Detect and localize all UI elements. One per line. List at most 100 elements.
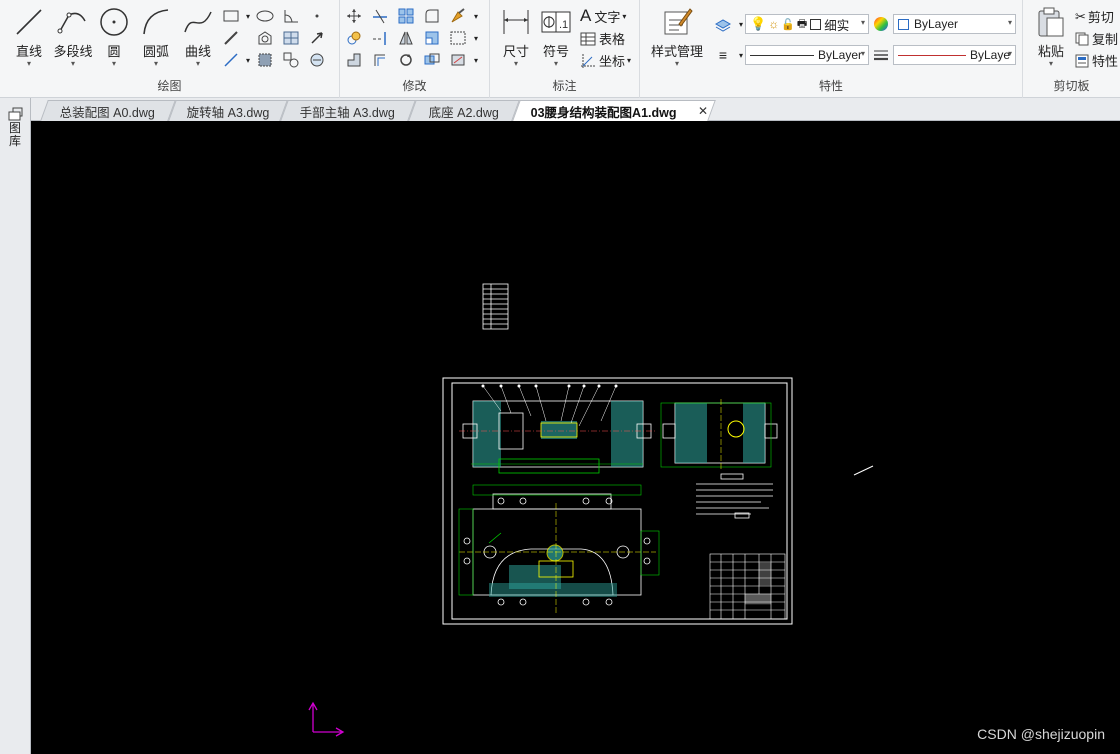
tab-3[interactable]: 底座 A2.dwg (408, 100, 520, 121)
style-manager-button[interactable]: 样式管理 ▾ (648, 6, 706, 68)
hatch-line-icon[interactable] (222, 29, 240, 47)
paste-button[interactable]: 粘贴 ▾ (1031, 6, 1071, 68)
cut-label: 剪切 (1087, 10, 1114, 25)
cut-button[interactable]: ✂ 剪切 (1075, 7, 1114, 26)
fillet-icon[interactable] (423, 7, 441, 25)
tab-1[interactable]: 旋转轴 A3.dwg (168, 100, 288, 121)
wipeout-icon[interactable] (308, 51, 326, 69)
move-icon[interactable] (345, 7, 363, 25)
color-wheel-icon[interactable] (872, 15, 890, 33)
lock-icon: 🔓 (781, 18, 795, 31)
mirror-icon[interactable] (397, 29, 415, 47)
text-button[interactable]: A 文字 ▾ (580, 6, 626, 26)
table-button[interactable]: 表格 (580, 29, 625, 48)
erase-icon[interactable] (449, 51, 467, 69)
array-icon[interactable] (397, 7, 415, 25)
front-section-view (459, 384, 656, 474)
circle-icon (98, 6, 130, 38)
group-icon[interactable] (282, 51, 300, 69)
lineweight-icon[interactable] (872, 46, 890, 64)
properties-icon (1075, 54, 1089, 67)
annotate-group: 尺寸 ▾ .1 符号 ▾ A 文字 ▾ 表格 坐标 ▾ 标注 (490, 0, 640, 98)
clipboard-properties-button[interactable]: 特性 (1075, 51, 1118, 70)
layer-manager-icon[interactable] (714, 15, 732, 33)
technical-notes (696, 473, 773, 519)
dropdown-arrow-icon[interactable]: ▾ (239, 7, 257, 25)
match-properties-icon[interactable] (449, 7, 467, 25)
tab-2[interactable]: 手部主轴 A3.dwg (280, 100, 416, 121)
polyline-button[interactable]: 多段线 ▾ (52, 6, 94, 68)
coordinate-button[interactable]: 坐标 ▾ (580, 51, 631, 70)
properties-group: 样式管理 ▾ ▾ 💡 ☼ 🔓 🖶 细实 ▾ ByLayer ▾ ≡ ▾ ByLa… (640, 0, 1023, 98)
tab-0[interactable]: 总装配图 A0.dwg (40, 100, 176, 121)
symbol-icon: .1 (540, 6, 572, 38)
stretch-icon[interactable] (345, 51, 363, 69)
ellipse-icon[interactable] (256, 7, 274, 25)
arc-button[interactable]: 圆弧 ▾ (136, 6, 176, 68)
line-button[interactable]: 直线 ▾ (9, 6, 49, 68)
linetype-dropdown[interactable]: ByLayer ▾ (745, 45, 869, 65)
dropdown-arrow-icon[interactable]: ▾ (467, 7, 485, 25)
cursor-arrow-icon[interactable] (308, 29, 326, 47)
lineweight-value: ByLaye (970, 48, 1011, 62)
angle-icon[interactable] (282, 7, 300, 25)
tab-label: 手部主轴 A3.dwg (300, 105, 396, 120)
layer-dropdown[interactable]: 💡 ☼ 🔓 🖶 细实 ▾ (745, 14, 869, 34)
table-grid-icon[interactable] (282, 29, 300, 47)
rectangle-icon[interactable] (222, 7, 240, 25)
draw-group-label: 绘图 (157, 79, 182, 93)
circle-button[interactable]: 圆 ▾ (94, 6, 134, 68)
dropdown-arrow-icon[interactable]: ▾ (467, 29, 485, 47)
color-dropdown[interactable]: ByLayer ▾ (893, 14, 1016, 34)
explode-icon[interactable] (423, 51, 441, 69)
sun-icon: ☼ (768, 17, 780, 31)
ribbon: 直线 ▾ 多段线 ▾ 圆 ▾ 圆弧 ▾ 曲线 ▾ ▾ ▾ 绘图 ▾ ▾ ▾ 修改… (0, 0, 1120, 98)
dimension-label: 尺寸 (502, 44, 529, 59)
curve-button[interactable]: 曲线 ▾ (178, 6, 218, 68)
region-icon[interactable] (256, 29, 274, 47)
copy-button[interactable]: 复制 (1075, 29, 1118, 48)
trim-icon[interactable] (371, 7, 389, 25)
rectangle-select-icon[interactable] (449, 29, 467, 47)
scissors-icon: ✂ (1075, 8, 1086, 24)
side-section-view (660, 399, 778, 471)
stray-line (853, 465, 874, 476)
linetype-value: ByLayer (818, 48, 863, 62)
text-label: 文字 (594, 9, 621, 25)
linetype-list-icon[interactable]: ≡ (714, 46, 732, 64)
side-panel-label[interactable]: 图库 (9, 122, 23, 148)
construction-line-icon[interactable] (222, 51, 240, 69)
circle-label: 圆 (107, 44, 121, 59)
copy-object-icon[interactable] (345, 29, 363, 47)
dimension-button[interactable]: 尺寸 ▾ (496, 6, 536, 68)
symbol-button[interactable]: .1 符号 ▾ (536, 6, 576, 68)
lineweight-dropdown[interactable]: ByLaye ▾ (893, 45, 1016, 65)
style-manager-icon (661, 6, 693, 38)
offset-icon[interactable] (371, 51, 389, 69)
tab-label: 底座 A2.dwg (428, 105, 499, 120)
layer-name: 细实 (824, 18, 850, 33)
dropdown-arrow-icon[interactable]: ▾ (239, 51, 257, 69)
curve-icon (182, 6, 214, 38)
copy-icon (1075, 32, 1089, 45)
watermark-text: CSDN @shejizuopin (977, 726, 1105, 742)
tab-4-active[interactable]: 03腰身结构装配图A1.dwg (512, 100, 716, 121)
tab-label: 03腰身结构装配图A1.dwg (530, 105, 677, 120)
linetype-preview (750, 54, 814, 56)
arc-label: 圆弧 (142, 44, 169, 59)
close-tab-icon[interactable]: ✕ (698, 104, 708, 118)
scale-icon[interactable] (423, 29, 441, 47)
drawing-viewport (308, 283, 874, 737)
dropdown-arrow-icon[interactable]: ▾ (467, 51, 485, 69)
rotate-icon[interactable] (397, 51, 415, 69)
extend-icon[interactable] (371, 29, 389, 47)
point-icon[interactable] (308, 7, 326, 25)
drawing-canvas[interactable]: CSDN @shejizuopin (31, 121, 1120, 754)
text-icon: A (580, 6, 592, 25)
paste-icon (1035, 6, 1067, 38)
lightbulb-icon: 💡 (750, 16, 767, 31)
color-value: ByLayer (914, 17, 959, 31)
line-label: 直线 (15, 44, 42, 59)
tab-label: 总装配图 A0.dwg (60, 105, 156, 120)
block-icon[interactable] (256, 51, 274, 69)
